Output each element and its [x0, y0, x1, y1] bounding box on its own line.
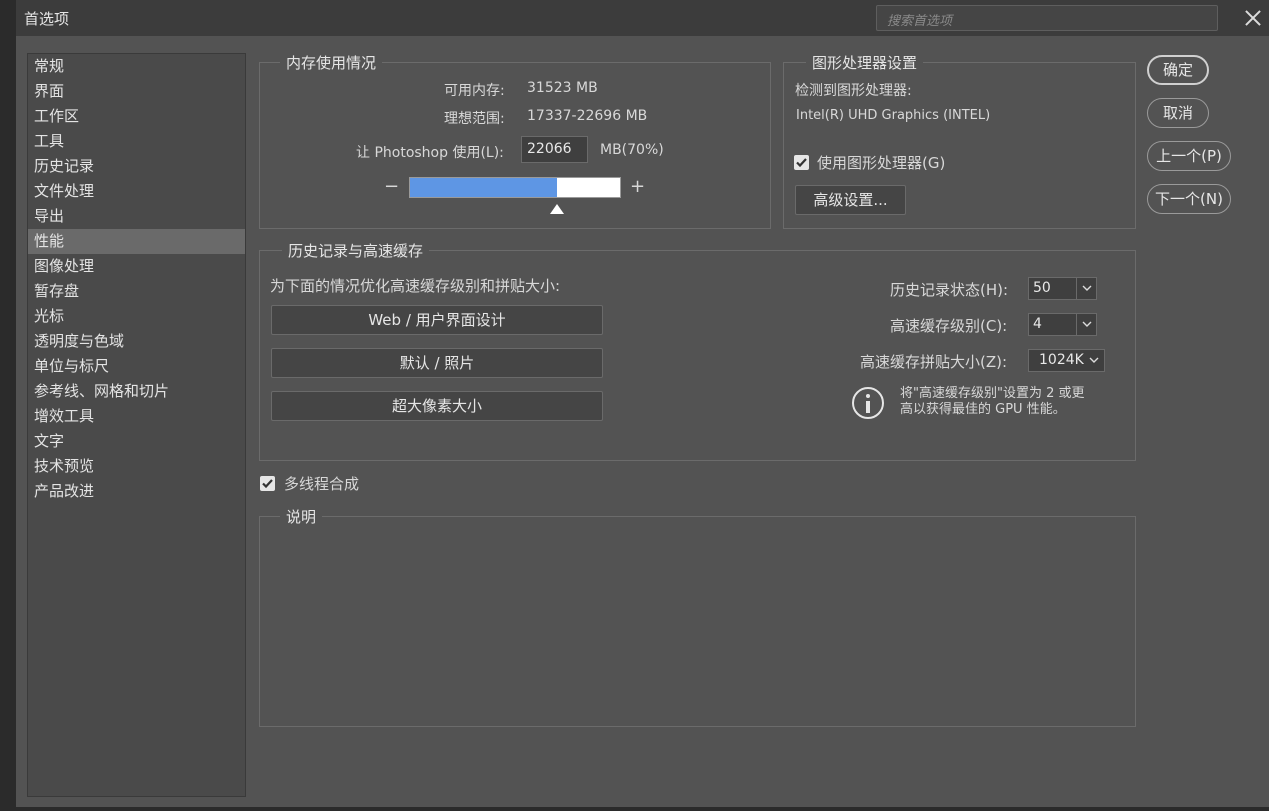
memory-use-unit: MB(70%)	[600, 142, 664, 158]
description-group: 说明	[259, 506, 1136, 727]
photoshop-use-label: 让 Photoshop 使用(L):	[356, 145, 504, 161]
memory-slider[interactable]	[409, 177, 621, 198]
tile-size-label: 高速缓存拼贴大小(Z):	[860, 353, 1008, 371]
memory-usage-group: 内存使用情况	[259, 52, 771, 229]
sidebar-item-technology-previews[interactable]: 技术预览	[28, 454, 245, 479]
sidebar-item-image-processing[interactable]: 图像处理	[28, 254, 245, 279]
description-legend: 说明	[280, 506, 323, 527]
cache-levels-select[interactable]: 4	[1028, 313, 1097, 336]
checkmark-icon	[796, 158, 807, 168]
ok-button[interactable]: 确定	[1147, 55, 1209, 85]
cache-levels-label: 高速缓存级别(C):	[890, 317, 1008, 335]
sidebar-item-product-improvement[interactable]: 产品改进	[28, 479, 245, 504]
info-icon	[852, 387, 884, 419]
sidebar: 常规 界面 工作区 工具 历史记录 文件处理 导出 性能 图像处理 暂存盘 光标…	[27, 53, 246, 797]
gpu-detected-label: 检测到图形处理器:	[795, 83, 912, 99]
huge-pixel-dimensions-button[interactable]: 超大像素大小	[271, 391, 603, 421]
sidebar-item-guides-grid-slices[interactable]: 参考线、网格和切片	[28, 379, 245, 404]
history-states-select[interactable]: 50	[1028, 277, 1097, 300]
sidebar-item-scratch-disks[interactable]: 暂存盘	[28, 279, 245, 304]
available-memory-value: 31523 MB	[527, 80, 598, 96]
gpu-name: Intel(R) UHD Graphics (INTEL)	[796, 108, 991, 123]
sidebar-item-history[interactable]: 历史记录	[28, 154, 245, 179]
memory-slider-fill	[410, 178, 557, 197]
multithread-label: 多线程合成	[284, 475, 360, 493]
sidebar-item-interface[interactable]: 界面	[28, 79, 245, 104]
optimize-label: 为下面的情况优化高速缓存级别和拼贴大小:	[270, 277, 561, 295]
sidebar-item-file-handling[interactable]: 文件处理	[28, 179, 245, 204]
available-memory-label: 可用内存:	[444, 83, 505, 99]
tile-size-value: 1024K	[1039, 352, 1084, 368]
sidebar-item-workspace[interactable]: 工作区	[28, 104, 245, 129]
cache-info-line2: 高以获得最佳的 GPU 性能。	[900, 402, 1066, 417]
chevron-down-icon[interactable]	[1076, 278, 1096, 299]
gpu-settings-legend: 图形处理器设置	[806, 52, 924, 73]
window-title: 首选项	[24, 10, 70, 28]
ideal-range-label: 理想范围:	[444, 111, 505, 127]
sidebar-item-units-rulers[interactable]: 单位与标尺	[28, 354, 245, 379]
sidebar-item-plugins[interactable]: 增效工具	[28, 404, 245, 429]
advanced-settings-button[interactable]: 高级设置...	[795, 185, 906, 215]
default-photos-button[interactable]: 默认 / 照片	[271, 348, 603, 378]
chevron-down-icon[interactable]	[1076, 314, 1096, 335]
history-states-label: 历史记录状态(H):	[890, 281, 1009, 299]
checkmark-icon	[262, 479, 273, 489]
sidebar-item-type[interactable]: 文字	[28, 429, 245, 454]
multithread-checkbox[interactable]	[260, 476, 275, 491]
use-gpu-label: 使用图形处理器(G)	[817, 154, 946, 172]
history-cache-legend: 历史记录与高速缓存	[282, 240, 430, 261]
use-gpu-checkbox[interactable]	[794, 155, 809, 170]
history-states-value: 50	[1033, 280, 1051, 296]
memory-usage-legend: 内存使用情况	[280, 52, 383, 73]
sidebar-item-cursors[interactable]: 光标	[28, 304, 245, 329]
memory-use-input[interactable]: 22066	[521, 136, 588, 163]
title-bar: 首选项 搜索首选项	[16, 0, 1269, 36]
preferences-window: 首选项 搜索首选项 常规 界面 工作区 工具 历史记录 文件处理 导出 性能 图…	[16, 0, 1269, 807]
sidebar-item-tools[interactable]: 工具	[28, 129, 245, 154]
ideal-range-value: 17337-22696 MB	[527, 108, 648, 124]
previous-button[interactable]: 上一个(P)	[1147, 141, 1231, 171]
next-button[interactable]: 下一个(N)	[1147, 184, 1231, 214]
minus-icon[interactable]: −	[384, 176, 399, 197]
cancel-button[interactable]: 取消	[1147, 98, 1209, 128]
tile-size-select[interactable]: 1024K	[1028, 349, 1105, 372]
memory-slider-thumb[interactable]	[550, 204, 565, 214]
search-input[interactable]: 搜索首选项	[876, 5, 1218, 31]
sidebar-item-general[interactable]: 常规	[28, 54, 245, 79]
sidebar-item-performance[interactable]: 性能	[28, 229, 245, 254]
plus-icon[interactable]: +	[630, 176, 645, 197]
cache-levels-value: 4	[1033, 316, 1042, 332]
chevron-down-icon[interactable]	[1084, 350, 1104, 371]
sidebar-item-export[interactable]: 导出	[28, 204, 245, 229]
sidebar-item-transparency-gamut[interactable]: 透明度与色域	[28, 329, 245, 354]
close-icon[interactable]	[1242, 7, 1264, 29]
web-ui-design-button[interactable]: Web / 用户界面设计	[271, 305, 603, 335]
